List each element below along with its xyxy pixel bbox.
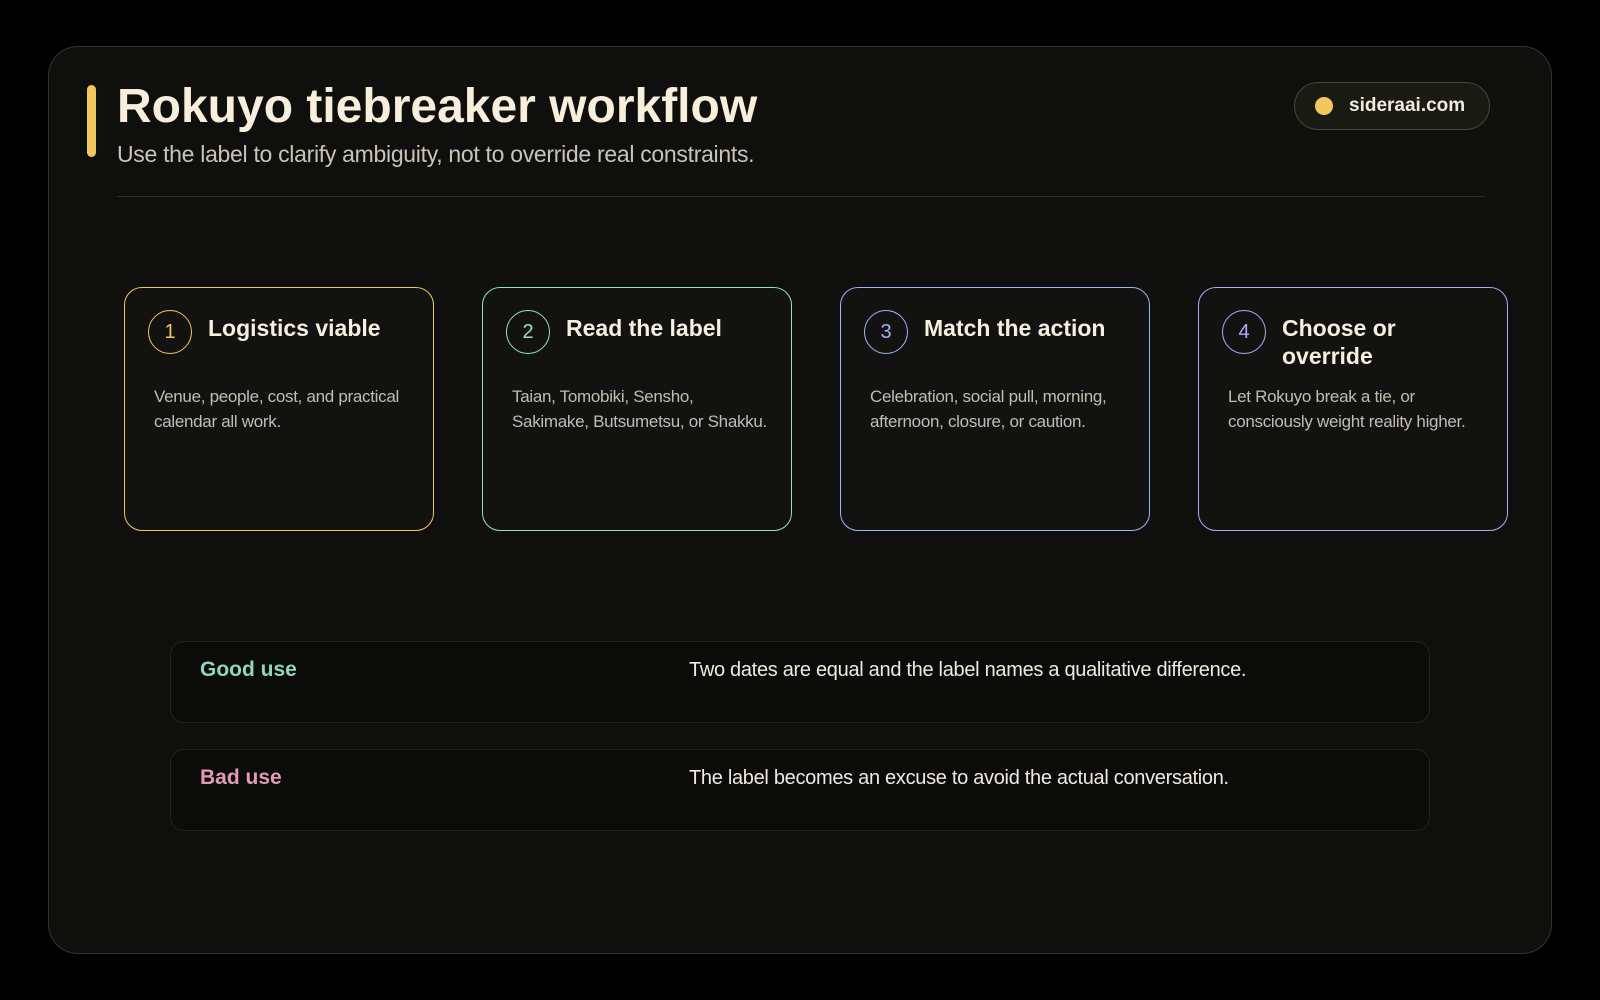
good-use-row: Good use Two dates are equal and the lab… — [170, 641, 1430, 723]
step-title: Read the label — [566, 315, 722, 341]
bad-use-row: Bad use The label becomes an excuse to a… — [170, 749, 1430, 831]
step-title: Choose or override — [1282, 315, 1396, 369]
title-accent-bar — [87, 85, 96, 157]
step-card-4: 4 Choose or override Let Rokuyo break a … — [1198, 287, 1508, 531]
step-description: Celebration, social pull, morning, after… — [870, 387, 1107, 431]
step-card-2: 2 Read the label Taian, Tomobiki, Sensho… — [482, 287, 792, 531]
step-description: Let Rokuyo break a tie, or consciously w… — [1228, 387, 1466, 431]
step-number: 2 — [522, 320, 534, 343]
page-title: Rokuyo tiebreaker workflow — [117, 80, 758, 133]
good-use-text: Two dates are equal and the label names … — [689, 659, 1247, 681]
good-use-label: Good use — [200, 658, 297, 681]
page-subtitle: Use the label to clarify ambiguity, not … — [117, 141, 755, 167]
step-description: Taian, Tomobiki, Sensho, Sakimake, Butsu… — [512, 387, 767, 431]
step-number: 3 — [880, 320, 892, 343]
step-number-badge: 2 — [506, 310, 550, 354]
site-badge[interactable]: sideraai.com — [1294, 82, 1490, 130]
status-dot-icon — [1315, 97, 1333, 115]
header-divider — [117, 196, 1485, 197]
step-description: Venue, people, cost, and practical calen… — [154, 387, 399, 431]
step-number-badge: 4 — [1222, 310, 1266, 354]
step-card-3: 3 Match the action Celebration, social p… — [840, 287, 1150, 531]
bad-use-text: The label becomes an excuse to avoid the… — [689, 767, 1229, 789]
step-title: Logistics viable — [208, 315, 381, 341]
workflow-panel: Rokuyo tiebreaker workflow Use the label… — [48, 46, 1552, 954]
bad-use-label: Bad use — [200, 766, 282, 789]
step-number: 1 — [164, 320, 176, 343]
step-card-1: 1 Logistics viable Venue, people, cost, … — [124, 287, 434, 531]
step-number: 4 — [1238, 320, 1250, 343]
step-title: Match the action — [924, 315, 1106, 341]
site-label: sideraai.com — [1349, 95, 1466, 116]
step-number-badge: 3 — [864, 310, 908, 354]
step-number-badge: 1 — [148, 310, 192, 354]
